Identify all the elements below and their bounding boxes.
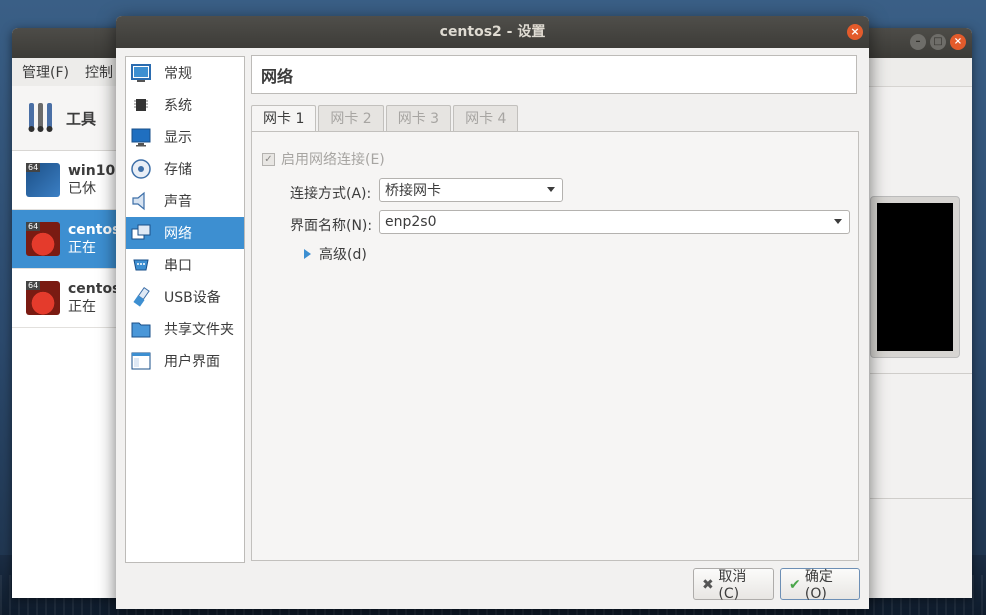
network-icon — [131, 224, 151, 240]
vm-state: 正在 — [68, 240, 96, 256]
tools-label: 工具 — [66, 109, 97, 128]
advanced-label: 高级(d) — [319, 247, 367, 263]
settings-dialog: centos2 - 设置 × 常规 系统 显示 存储 声音 网络 串口 USB设… — [116, 16, 869, 609]
chevron-down-icon — [547, 187, 555, 192]
checkmark-icon: ✔ — [789, 577, 801, 593]
sidebar-item-general[interactable]: 常规 — [126, 57, 244, 89]
sidebar-label: 存储 — [164, 162, 192, 178]
menu-manage[interactable]: 管理(F) — [22, 62, 69, 82]
disk-icon — [131, 159, 151, 179]
attach-mode-select[interactable]: 桥接网卡 — [379, 178, 563, 202]
cancel-icon: ✖ — [702, 577, 714, 593]
vm-preview-screen — [877, 203, 953, 351]
sidebar-label: 系统 — [164, 98, 192, 114]
sidebar-label: 显示 — [164, 130, 192, 146]
dialog-titlebar: centos2 - 设置 × — [116, 16, 869, 48]
cancel-button[interactable]: ✖ 取消(C) — [693, 568, 774, 602]
maximize-button[interactable]: □ — [930, 34, 946, 50]
vm-state: 已休 — [68, 181, 96, 197]
serial-icon — [133, 259, 149, 271]
ui-icon — [131, 352, 151, 370]
divider — [870, 498, 972, 499]
enable-network-label: 启用网络连接(E) — [281, 152, 385, 168]
folder-icon — [131, 322, 151, 338]
interface-label: 界面名称(N): — [290, 218, 373, 234]
ok-label: 确定(O) — [804, 569, 833, 602]
vm-state: 正在 — [68, 299, 96, 315]
tab-adapter-4[interactable]: 网卡 4 — [453, 105, 519, 131]
tab-adapter-3[interactable]: 网卡 3 — [385, 105, 452, 131]
chip-icon — [134, 99, 148, 111]
sidebar-item-system[interactable]: 系统 — [126, 89, 244, 121]
speaker-icon — [132, 191, 145, 211]
sidebar-label: 共享文件夹 — [164, 322, 234, 338]
sidebar-label: 声音 — [164, 194, 192, 210]
sidebar-item-shared-folders[interactable]: 共享文件夹 — [126, 313, 244, 345]
vm-name: win10 — [68, 163, 116, 179]
monitor-icon — [131, 128, 151, 147]
attach-mode-value: 桥接网卡 — [385, 183, 441, 199]
sidebar-label: 网络 — [164, 226, 192, 242]
advanced-toggle[interactable]: 高级(d) — [304, 244, 367, 264]
attach-label: 连接方式(A): — [290, 186, 372, 202]
general-icon — [131, 64, 151, 82]
manager-window-controls: – □ × — [910, 34, 966, 50]
tools-icon — [28, 103, 53, 132]
sidebar-label: 常规 — [164, 66, 192, 82]
vm-name: centos — [68, 222, 121, 238]
ok-button[interactable]: ✔ 确定(O) — [780, 568, 860, 602]
tab-adapter-1[interactable]: 网卡 1 — [251, 105, 317, 132]
settings-sidebar: 常规 系统 显示 存储 声音 网络 串口 USB设备 共享文件夹 用户界面 — [125, 56, 245, 563]
sidebar-label: 用户界面 — [164, 354, 220, 370]
adapter-panel: ✓ 启用网络连接(E) 连接方式(A): 桥接网卡 界面名称(N): enp2s… — [251, 131, 859, 561]
redhat-os-icon: 64 — [26, 281, 60, 315]
sidebar-item-network[interactable]: 网络 — [126, 217, 244, 249]
sidebar-item-audio[interactable]: 声音 — [126, 185, 244, 217]
menu-control[interactable]: 控制 — [85, 62, 113, 82]
usb-icon — [133, 287, 150, 307]
windows-os-icon: 64 — [26, 163, 60, 197]
sidebar-item-user-interface[interactable]: 用户界面 — [126, 345, 244, 377]
manager-close-button[interactable]: × — [950, 34, 966, 50]
dialog-close-button[interactable]: × — [847, 24, 863, 40]
redhat-os-icon: 64 — [26, 222, 60, 256]
minimize-button[interactable]: – — [910, 34, 926, 50]
sidebar-item-serial[interactable]: 串口 — [126, 249, 244, 281]
divider — [870, 373, 972, 374]
sidebar-item-display[interactable]: 显示 — [126, 121, 244, 153]
sidebar-item-storage[interactable]: 存储 — [126, 153, 244, 185]
expand-triangle-icon — [304, 249, 311, 259]
tab-adapter-2[interactable]: 网卡 2 — [318, 105, 384, 131]
vm-preview — [870, 196, 960, 358]
enable-network-row[interactable]: ✓ 启用网络连接(E) — [262, 149, 385, 169]
vm-name: centos — [68, 281, 121, 297]
sidebar-label: USB设备 — [164, 290, 221, 306]
sidebar-item-usb[interactable]: USB设备 — [126, 281, 244, 313]
adapter-tabs: 网卡 1 网卡 2 网卡 3 网卡 4 — [251, 105, 520, 132]
interface-name-select[interactable]: enp2s0 — [379, 210, 850, 234]
chevron-down-icon — [834, 219, 842, 224]
interface-name-value: enp2s0 — [385, 214, 437, 230]
sidebar-label: 串口 — [164, 258, 192, 274]
dialog-title: centos2 - 设置 — [439, 24, 546, 40]
page-title: 网络 — [251, 55, 857, 94]
enable-network-checkbox[interactable]: ✓ — [262, 152, 275, 166]
cancel-label: 取消(C) — [718, 569, 747, 602]
